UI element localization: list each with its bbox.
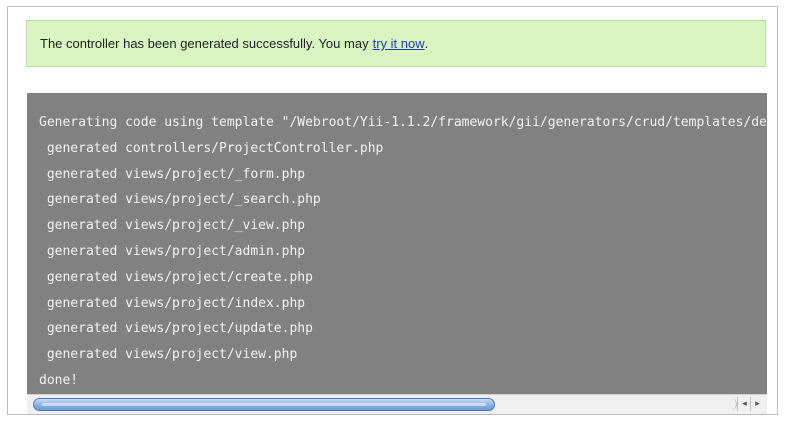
console-line: generated controllers/ProjectController.…	[39, 140, 384, 156]
console-line: Generating code using template "/Webroot…	[39, 115, 767, 130]
console-line: generated views/project/update.php	[39, 321, 313, 337]
success-message-end: .	[424, 36, 429, 51]
console-line: generated views/project/_view.php	[39, 218, 306, 234]
console-line: generated views/project/_search.php	[39, 192, 321, 208]
console-line: done!	[39, 372, 79, 388]
console-line: generated views/project/admin.php	[39, 243, 306, 259]
scroll-left-arrow-icon[interactable]: ◂	[737, 397, 751, 411]
console-line: generated views/project/view.php	[39, 347, 298, 363]
horizontal-scrollbar[interactable]: ◂ ▸	[27, 394, 767, 414]
scrollbar-track-end	[728, 398, 737, 410]
success-message-text: The controller has been generated succes…	[40, 36, 369, 51]
code-output-console: Generating code using template "/Webroot…	[27, 93, 767, 394]
scrollbar-thumb-highlight	[42, 403, 486, 406]
success-message: The controller has been generated succes…	[26, 20, 766, 67]
console-line: generated views/project/index.php	[39, 295, 306, 311]
scrollbar-thumb[interactable]	[33, 398, 495, 411]
try-it-now-link[interactable]: try it now	[373, 36, 425, 51]
scroll-right-arrow-icon[interactable]: ▸	[750, 397, 764, 411]
console-line: generated views/project/_form.php	[39, 166, 306, 182]
console-line: generated views/project/create.php	[39, 269, 313, 285]
